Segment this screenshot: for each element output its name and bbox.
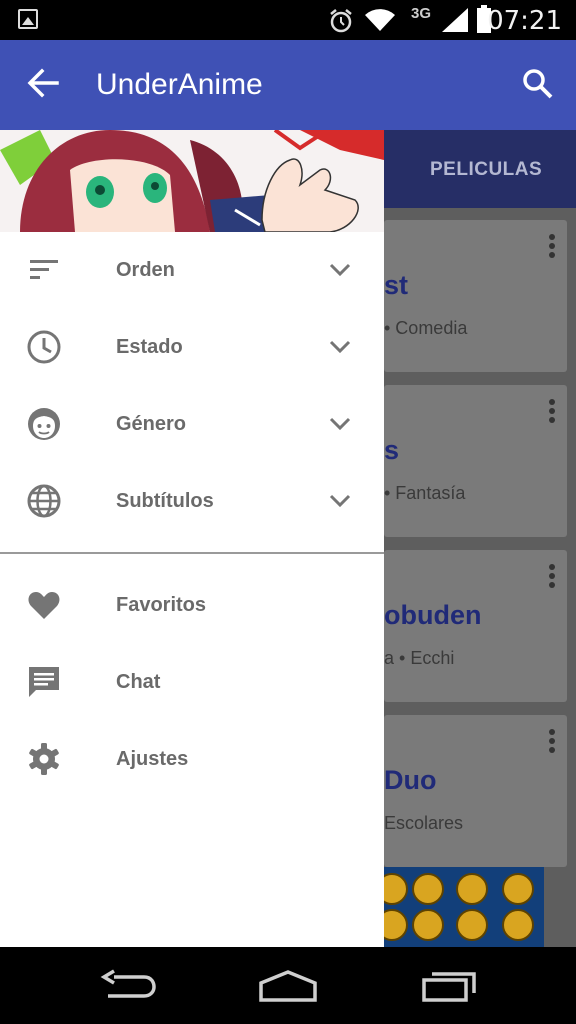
menu-item-chat[interactable]: Chat — [0, 644, 384, 720]
anime-card[interactable]: Duo Escolares — [384, 715, 567, 867]
anime-card[interactable]: obuden a • Ecchi — [384, 550, 567, 702]
app-title: UnderAnime — [96, 68, 263, 101]
back-nav-icon[interactable] — [100, 969, 158, 1003]
signal-icon — [442, 8, 468, 32]
menu-item-favoritos[interactable]: Favoritos — [0, 567, 384, 643]
menu-item-label: Ajustes — [116, 748, 189, 770]
emoji-image — [384, 909, 408, 941]
emoji-image — [412, 909, 444, 941]
chevron-down-icon — [329, 417, 351, 431]
emoji-image — [456, 909, 488, 941]
menu-item-label: Favoritos — [116, 594, 207, 616]
emoji-image — [456, 873, 488, 905]
more-vert-icon[interactable] — [549, 729, 555, 756]
card-genres: • Fantasía — [384, 483, 466, 503]
clock-time: 07:21 — [487, 6, 562, 36]
gallery-icon — [18, 9, 38, 29]
clock-icon — [27, 330, 61, 364]
emoji-image — [412, 873, 444, 905]
chevron-down-icon — [329, 263, 351, 277]
home-nav-icon[interactable] — [257, 969, 319, 1003]
alarm-icon — [330, 9, 352, 33]
chevron-down-icon — [329, 494, 351, 508]
more-vert-icon[interactable] — [549, 399, 555, 426]
card-title: Duo — [384, 765, 437, 795]
sort-icon — [30, 260, 58, 279]
menu-item-label: Orden — [116, 259, 175, 281]
ad-banner[interactable] — [384, 867, 544, 947]
arrow-left-icon[interactable] — [26, 66, 60, 100]
network-type: 3G — [411, 5, 432, 22]
menu-item-label: Chat — [116, 671, 161, 693]
menu-item-label: Estado — [116, 336, 183, 358]
menu-item-estado[interactable]: Estado — [0, 309, 384, 385]
anime-card[interactable]: st • Comedia — [384, 220, 567, 372]
menu-item-label: Subtítulos — [116, 490, 214, 512]
app-toolbar: UnderAnime — [0, 40, 576, 130]
recents-nav-icon[interactable] — [420, 969, 478, 1003]
face-icon — [28, 408, 60, 440]
heart-icon — [28, 592, 60, 619]
emoji-image — [502, 873, 534, 905]
card-genres: • Comedia — [384, 318, 468, 338]
drawer-header-image — [0, 130, 384, 232]
anime-list-background: PELICULAS st • Comedia s • Fantasía obud… — [384, 130, 576, 947]
card-title: obuden — [384, 600, 482, 630]
drawer-divider — [0, 552, 384, 554]
menu-item-ajustes[interactable]: Ajustes — [0, 721, 384, 797]
chevron-down-icon — [329, 340, 351, 354]
card-title: st — [384, 270, 409, 300]
emoji-image — [384, 873, 408, 905]
chat-icon — [29, 667, 59, 697]
menu-item-subtitulos[interactable]: Subtítulos — [0, 463, 384, 539]
status-bar: 3G 07:21 — [0, 0, 576, 40]
more-vert-icon[interactable] — [549, 234, 555, 261]
menu-item-genero[interactable]: Género — [0, 386, 384, 462]
wifi-icon — [365, 9, 395, 32]
emoji-image — [502, 909, 534, 941]
tab-bar: PELICULAS — [384, 130, 576, 208]
anime-card[interactable]: s • Fantasía — [384, 385, 567, 537]
more-vert-icon[interactable] — [549, 564, 555, 591]
card-genres: a • Ecchi — [384, 648, 455, 668]
card-title: s — [384, 435, 400, 465]
globe-icon — [27, 484, 61, 518]
navigation-drawer: Orden Estado Género Subtítulos Favoritos… — [0, 130, 384, 947]
gear-icon — [29, 743, 59, 775]
menu-item-orden[interactable]: Orden — [0, 232, 384, 308]
menu-item-label: Género — [116, 413, 187, 435]
search-icon[interactable] — [522, 68, 554, 100]
system-nav-bar — [0, 947, 576, 1024]
tab-peliculas[interactable]: PELICULAS — [430, 159, 542, 181]
card-genres: Escolares — [384, 813, 464, 833]
